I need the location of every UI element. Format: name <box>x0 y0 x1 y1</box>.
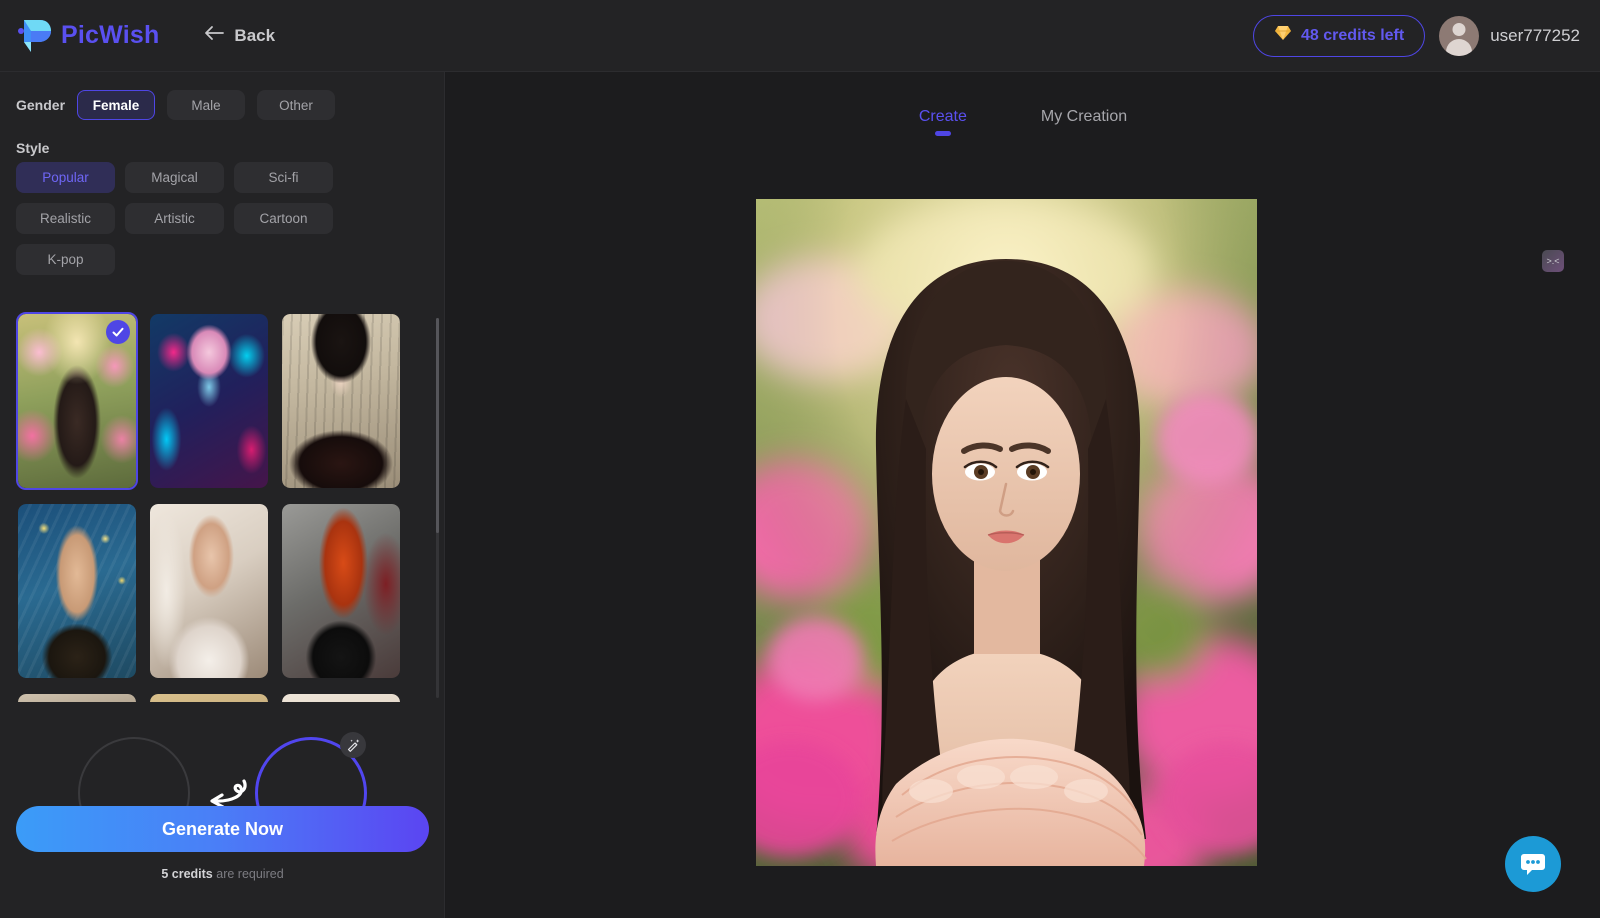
style-selector: Popular Magical Sci-fi Realistic Artisti… <box>16 162 436 275</box>
thumbnail-image <box>282 314 400 488</box>
credits-required-rest: are required <box>212 867 284 881</box>
brand-name: PicWish <box>61 21 160 49</box>
checkmark-icon <box>106 320 130 344</box>
style-thumbnail-fluffy-hair-portrait[interactable] <box>148 692 270 702</box>
header-right-group: 48 credits left user777252 <box>1253 14 1580 57</box>
style-thumbnail-hallway-portrait[interactable] <box>16 692 138 702</box>
thumbnail-image <box>282 694 400 702</box>
credits-label: 48 credits left <box>1301 26 1405 44</box>
style-option-cartoon[interactable]: Cartoon <box>234 203 333 234</box>
style-option-magical[interactable]: Magical <box>125 162 224 193</box>
style-option-popular[interactable]: Popular <box>16 162 115 193</box>
thumbnail-image <box>150 694 268 702</box>
thumbnail-scrollbar[interactable] <box>436 318 439 698</box>
thumbnail-image <box>150 314 268 488</box>
gender-option-male[interactable]: Male <box>167 90 246 120</box>
generated-portrait-image <box>756 199 1257 866</box>
gender-label: Gender <box>16 97 66 113</box>
gender-option-female[interactable]: Female <box>77 90 156 120</box>
settings-sidebar: Gender Female Male Other Style Popular M… <box>0 72 445 918</box>
credits-required-amount: 5 credits <box>161 867 213 881</box>
thumbnail-image <box>150 504 268 678</box>
style-thumbnail-scroll[interactable] <box>16 312 440 702</box>
back-button[interactable]: Back <box>203 24 275 47</box>
style-label: Style <box>16 140 50 156</box>
thumbnail-scrollbar-knob[interactable] <box>436 318 439 533</box>
style-thumbnail-flower-garden-portrait[interactable] <box>16 312 138 490</box>
tab-create[interactable]: Create <box>919 108 967 136</box>
style-option-artistic[interactable]: Artistic <box>125 203 224 234</box>
generated-image-preview[interactable] <box>756 199 1257 866</box>
user-menu[interactable]: user777252 <box>1439 15 1580 56</box>
username-label: user777252 <box>1490 25 1580 45</box>
thumbnail-image <box>282 504 400 678</box>
style-thumbnail-gothic-vintage-portrait[interactable] <box>280 312 402 490</box>
style-thumbnail-neon-cyberpunk-portrait[interactable] <box>148 312 270 490</box>
credits-button[interactable]: 48 credits left <box>1253 14 1426 57</box>
style-option-sci-fi[interactable]: Sci-fi <box>234 162 333 193</box>
magic-wand-icon[interactable] <box>340 732 366 758</box>
style-option-k-pop[interactable]: K-pop <box>16 244 115 275</box>
brand-logo[interactable]: PicWish <box>18 18 159 54</box>
back-label: Back <box>234 25 276 45</box>
emoticon-face-icon[interactable]: >.< <box>1542 250 1564 272</box>
tab-my-creation[interactable]: My Creation <box>1041 108 1127 136</box>
thumbnail-image <box>18 504 136 678</box>
app-header: PicWish Back 48 credits left user777252 <box>0 0 1600 72</box>
style-thumbnail-bright-room-portrait[interactable] <box>280 692 402 702</box>
style-option-realistic[interactable]: Realistic <box>16 203 115 234</box>
generate-now-button[interactable]: Generate Now <box>16 806 429 852</box>
main-tabs: Create My Creation <box>446 108 1600 136</box>
gender-selector: Gender Female Male Other <box>16 90 336 120</box>
picwish-logo-icon <box>18 18 52 54</box>
gender-option-other[interactable]: Other <box>257 90 336 120</box>
chat-bubble-icon[interactable] <box>1505 836 1561 892</box>
user-avatar-icon <box>1439 15 1480 56</box>
style-thumbnail-white-lace-window-portrait[interactable] <box>148 502 270 680</box>
diamond-icon <box>1274 25 1292 46</box>
arrow-left-icon <box>203 24 225 47</box>
thumbnail-image <box>18 694 136 702</box>
main-content: Create My Creation >.< <box>446 72 1600 918</box>
style-thumbnail-van-gogh-painting-portrait[interactable] <box>16 502 138 680</box>
credits-required-note: 5 credits are required <box>0 867 445 881</box>
style-chip-grid: Popular Magical Sci-fi Realistic Artisti… <box>16 162 436 275</box>
style-thumbnail-red-hair-punk-portrait[interactable] <box>280 502 402 680</box>
style-thumbnail-grid <box>16 312 440 702</box>
